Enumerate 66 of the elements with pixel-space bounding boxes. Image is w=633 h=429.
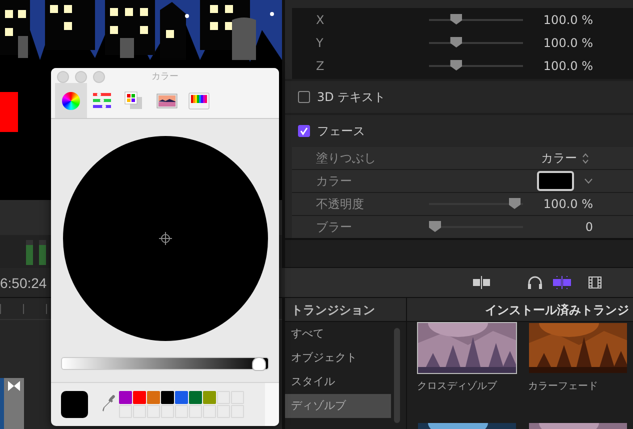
color-swatch[interactable] <box>189 391 202 404</box>
sliders-icon <box>92 90 114 110</box>
slider[interactable] <box>429 60 523 72</box>
color-swatch[interactable] <box>161 391 174 404</box>
pencils-icon <box>188 90 210 110</box>
empty-swatch[interactable] <box>217 405 230 418</box>
sidebar-item[interactable]: オブジェクト <box>285 346 391 370</box>
transition-clip[interactable] <box>4 378 24 429</box>
empty-swatch[interactable] <box>161 405 174 418</box>
sidebar-item[interactable]: すべて <box>285 322 391 346</box>
solo-icon[interactable] <box>553 276 571 289</box>
headphones-icon[interactable] <box>527 276 543 289</box>
slider[interactable] <box>429 36 523 48</box>
slider[interactable] <box>429 198 523 210</box>
color-swatch[interactable] <box>119 391 132 404</box>
bowtie-icon <box>8 381 20 391</box>
checkbox[interactable] <box>298 91 310 103</box>
color-wheel-tab[interactable] <box>55 83 87 118</box>
color-wheel-icon <box>62 92 80 110</box>
property-label: Y <box>316 36 324 50</box>
property-label: ブラー <box>316 218 353 236</box>
color-swatch[interactable] <box>133 391 146 404</box>
value-text: 100.0 % <box>542 36 594 50</box>
audio-meter <box>39 240 46 265</box>
property-label: X <box>316 12 326 26</box>
browser-title: インストール済みトランジ <box>407 298 633 322</box>
crosshair-icon <box>158 232 172 245</box>
checkbox[interactable] <box>298 125 310 137</box>
brightness-slider[interactable] <box>61 357 269 370</box>
value-text: 100.0 % <box>542 58 594 72</box>
sidebar-item[interactable]: スタイル <box>285 370 391 394</box>
thumbnail-label: カラーフェード <box>528 380 599 393</box>
audio-meter <box>26 240 33 265</box>
value-text: 100.0 % <box>542 12 594 26</box>
property-label: Z <box>316 58 326 72</box>
empty-swatch[interactable] <box>147 405 160 418</box>
empty-swatch[interactable] <box>203 405 216 418</box>
color-well[interactable] <box>537 171 574 191</box>
slider[interactable] <box>429 14 523 26</box>
empty-swatch[interactable] <box>133 405 146 418</box>
color-swatch[interactable] <box>147 391 160 404</box>
updown-icon <box>582 152 589 164</box>
clip <box>0 378 4 429</box>
sidebar-item[interactable]: ディゾルブ <box>285 394 391 418</box>
property-label: 不透明度 <box>316 196 365 212</box>
value-text: 100.0 % <box>542 197 594 211</box>
split-icon[interactable] <box>473 276 490 289</box>
filmstrip-icon[interactable] <box>588 276 602 289</box>
color-swatch[interactable] <box>175 391 188 404</box>
section-label: フェース <box>317 122 365 140</box>
thumbnail-label: クロスディゾルブ <box>417 380 498 393</box>
window-title: カラー <box>150 71 180 83</box>
chevron-icon[interactable] <box>584 178 593 184</box>
empty-swatch[interactable] <box>119 405 132 418</box>
empty-swatch[interactable] <box>175 405 188 418</box>
property-label: 塗りつぶし <box>316 150 377 166</box>
value-text: 0 <box>584 220 594 234</box>
current-color-swatch[interactable] <box>61 391 88 418</box>
image-icon <box>156 90 178 110</box>
property-label: カラー <box>316 172 353 190</box>
sidebar-title: トランジション <box>285 298 406 322</box>
color-swatch[interactable] <box>203 391 216 404</box>
popup-menu[interactable]: カラー <box>541 150 589 166</box>
section-label: 3D テキスト <box>317 88 386 106</box>
empty-swatch[interactable] <box>189 405 202 418</box>
slider[interactable] <box>429 221 523 233</box>
